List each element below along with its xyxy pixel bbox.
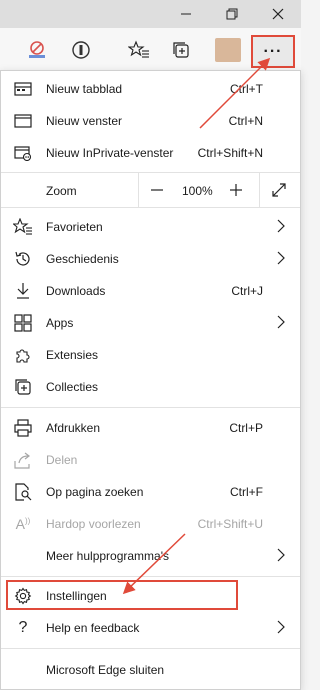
menu-item-label: Nieuw InPrivate-venster: [46, 146, 174, 160]
restore-icon: [226, 8, 238, 20]
zoom-divider: [138, 173, 139, 207]
menu-item-favorites[interactable]: Favorieten: [1, 211, 300, 243]
menu-item-label: Help en feedback: [46, 621, 140, 635]
download-icon: [13, 281, 33, 301]
title-bar: [0, 0, 301, 28]
full-screen-icon: [272, 183, 286, 197]
menu-item-downloads[interactable]: Downloads Ctrl+J: [1, 275, 300, 307]
new-tab-icon: [13, 79, 33, 99]
menu-item-apps[interactable]: Apps: [1, 307, 300, 339]
menu-item-new-tab[interactable]: Nieuw tabblad Ctrl+T: [1, 73, 300, 105]
close-window-button[interactable]: [255, 0, 301, 28]
settings-highlight-box: [6, 580, 238, 610]
menu-item-label: Delen: [46, 453, 78, 467]
chevron-right-icon: [277, 548, 285, 565]
history-icon: [13, 249, 33, 269]
blocked-extension-icon: [29, 41, 45, 58]
menu-item-label: Nieuw tabblad: [46, 82, 123, 96]
menu-item-label: Collecties: [46, 380, 99, 394]
shortcut-text: Ctrl+F: [230, 485, 263, 499]
menu-item-close-edge[interactable]: Microsoft Edge sluiten: [1, 654, 300, 686]
settings-menu: Nieuw tabblad Ctrl+T Nieuw venster Ctrl+…: [0, 70, 301, 690]
collections-icon: [173, 42, 189, 58]
shortcut-text: Ctrl+J: [231, 284, 263, 298]
more-icon: ···: [263, 42, 283, 60]
favorites-icon: [128, 40, 149, 58]
zoom-label: Zoom: [46, 184, 77, 198]
menu-item-help-feedback[interactable]: ? Help en feedback: [1, 612, 300, 644]
shield-circle-icon: [72, 41, 90, 59]
menu-item-read-aloud: A)) Hardop voorlezen Ctrl+Shift+U: [1, 508, 300, 540]
minimize-button[interactable]: [163, 0, 209, 28]
menu-item-label: Afdrukken: [46, 421, 101, 435]
collections-icon: [13, 377, 33, 397]
menu-item-label: Hardop voorlezen: [46, 517, 141, 531]
menu-item-print[interactable]: Afdrukken Ctrl+P: [1, 412, 300, 444]
browser-toolbar: ···: [0, 28, 301, 72]
read-aloud-icon: A)): [15, 516, 31, 532]
question-mark-icon: ?: [18, 619, 28, 636]
menu-divider: [1, 576, 300, 577]
chevron-right-icon: [277, 219, 285, 236]
menu-item-history[interactable]: Geschiedenis: [1, 243, 300, 275]
menu-divider: [1, 407, 300, 408]
menu-item-label: Downloads: [46, 284, 106, 298]
shortcut-text: Ctrl+Shift+N: [197, 146, 263, 160]
inprivate-window-icon: [13, 143, 33, 163]
menu-item-share: Delen: [1, 444, 300, 476]
puzzle-icon: [13, 345, 33, 365]
menu-item-label: Favorieten: [46, 220, 103, 234]
zoom-row: Zoom 100%: [1, 173, 300, 207]
menu-item-label: Extensies: [46, 348, 99, 362]
printer-icon: [13, 418, 33, 438]
close-icon: [272, 8, 284, 20]
zoom-out-button[interactable]: [141, 174, 173, 206]
menu-item-collections[interactable]: Collecties: [1, 371, 300, 403]
chevron-right-icon: [277, 251, 285, 268]
menu-item-label: Op pagina zoeken: [46, 485, 144, 499]
new-window-icon: [13, 111, 33, 131]
menu-item-label: Meer hulpprogramma's: [46, 549, 170, 563]
menu-item-find-on-page[interactable]: Op pagina zoeken Ctrl+F: [1, 476, 300, 508]
menu-divider: [1, 207, 300, 208]
extension-button[interactable]: [22, 36, 52, 64]
menu-item-more-tools[interactable]: Meer hulpprogramma's: [1, 540, 300, 572]
chevron-right-icon: [277, 620, 285, 637]
menu-item-label: Apps: [46, 316, 74, 330]
menu-item-extensions[interactable]: Extensies: [1, 339, 300, 371]
favorites-icon: [13, 217, 33, 237]
chevron-right-icon: [277, 315, 285, 332]
settings-and-more-button[interactable]: ···: [251, 35, 295, 68]
zoom-divider: [259, 173, 260, 207]
restore-button[interactable]: [209, 0, 255, 28]
shortcut-text: Ctrl+T: [230, 82, 263, 96]
profile-avatar[interactable]: [215, 38, 241, 62]
find-on-page-icon: [13, 482, 33, 502]
menu-item-label: Geschiedenis: [46, 252, 119, 266]
tracking-button[interactable]: [66, 36, 96, 64]
menu-divider: [1, 648, 300, 649]
minus-icon: [151, 189, 163, 191]
menu-item-label: Nieuw venster: [46, 114, 123, 128]
zoom-value: 100%: [182, 184, 213, 198]
share-icon: [13, 450, 33, 470]
shortcut-text: Ctrl+Shift+U: [197, 517, 263, 531]
menu-item-new-window[interactable]: Nieuw venster Ctrl+N: [1, 105, 300, 137]
plus-icon: [230, 184, 242, 196]
zoom-in-button[interactable]: [220, 174, 252, 206]
minimize-icon: [181, 13, 191, 15]
menu-item-label: Microsoft Edge sluiten: [46, 663, 165, 677]
apps-icon: [13, 313, 33, 333]
collections-button[interactable]: [167, 36, 197, 64]
shortcut-text: Ctrl+P: [229, 421, 263, 435]
full-screen-button[interactable]: [263, 174, 295, 206]
favorites-button[interactable]: [124, 36, 154, 64]
menu-item-new-inprivate-window[interactable]: Nieuw InPrivate-venster Ctrl+Shift+N: [1, 137, 300, 169]
shortcut-text: Ctrl+N: [228, 114, 263, 128]
